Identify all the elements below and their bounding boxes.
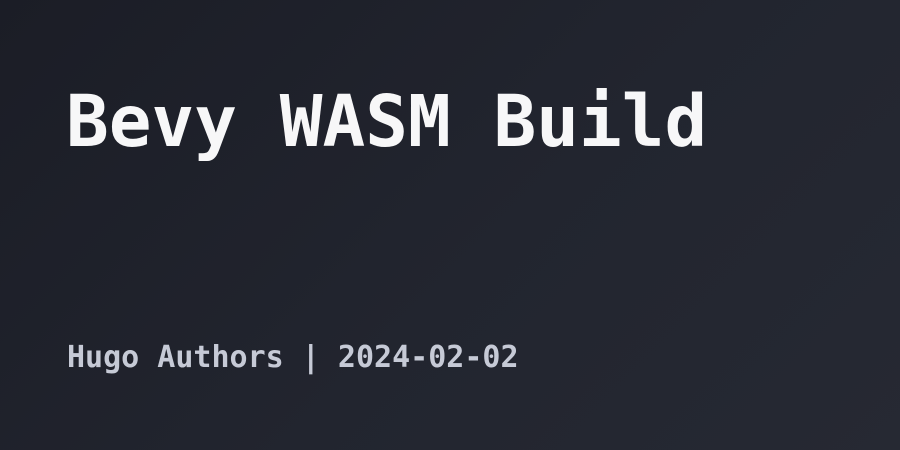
post-title: Bevy WASM Build — [66, 80, 708, 163]
og-card: Bevy WASM Build Hugo Authors | 2024-02-0… — [0, 0, 900, 450]
post-meta: Hugo Authors | 2024-02-02 — [67, 340, 519, 375]
